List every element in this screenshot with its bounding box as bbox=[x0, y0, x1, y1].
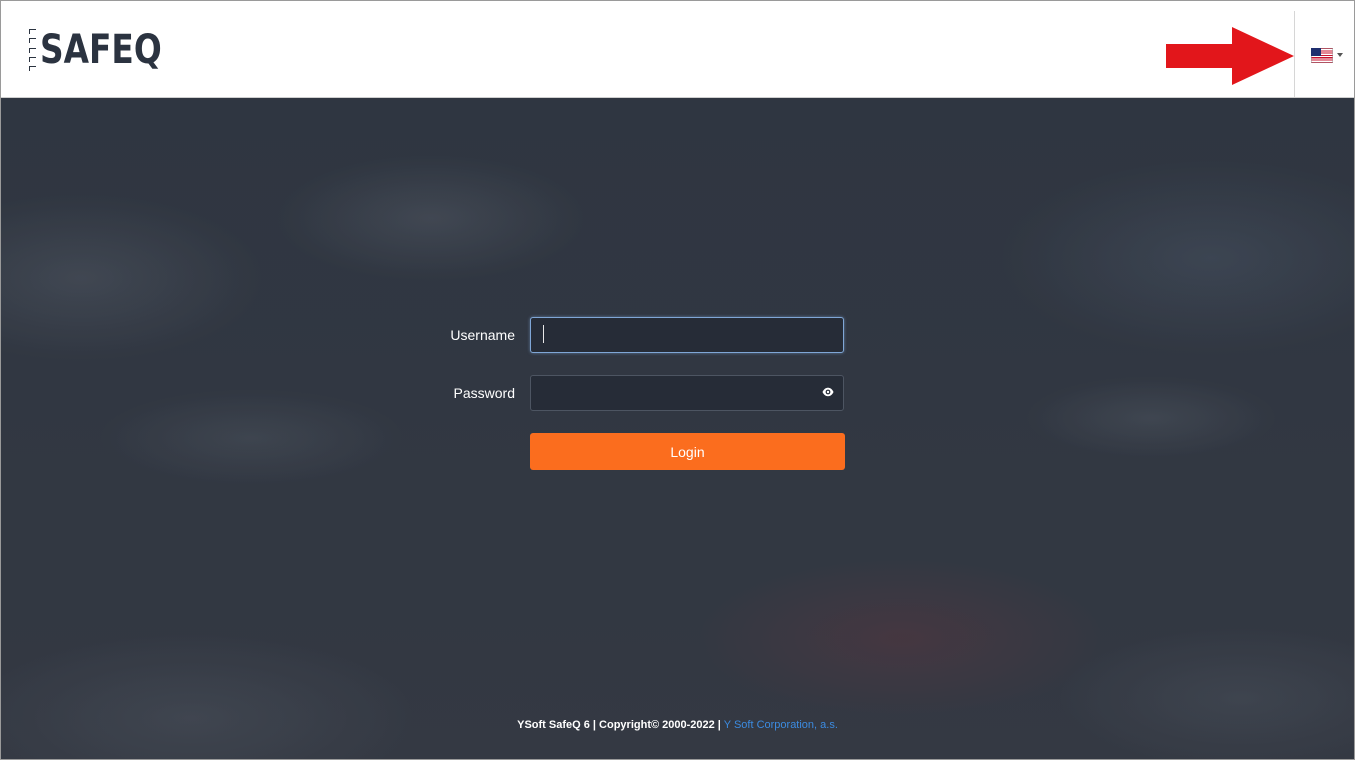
logo-text: SAFEQ bbox=[40, 27, 162, 73]
blurred-background bbox=[1, 98, 1354, 759]
password-input[interactable] bbox=[530, 375, 844, 411]
username-row: Username bbox=[415, 317, 844, 353]
footer: YSoft SafeQ 6 | Copyright© 2000-2022 | Y… bbox=[1, 719, 1354, 731]
chevron-down-icon bbox=[1337, 53, 1343, 57]
footer-copyright: YSoft SafeQ 6 | Copyright© 2000-2022 | bbox=[517, 719, 721, 731]
red-arrow-icon bbox=[1166, 27, 1294, 85]
header-bar: SAFEQ bbox=[1, 1, 1354, 98]
us-flag-icon bbox=[1311, 47, 1333, 63]
logo-tag-marks bbox=[29, 29, 37, 71]
password-label: Password bbox=[453, 385, 515, 401]
safeq-logo: SAFEQ bbox=[29, 23, 188, 77]
language-selector[interactable] bbox=[1311, 46, 1347, 64]
app-window: SAFEQ Username Password Login YSoft Safe… bbox=[0, 0, 1355, 760]
eye-icon[interactable] bbox=[822, 387, 834, 397]
login-button[interactable]: Login bbox=[530, 433, 845, 470]
company-link[interactable]: Y Soft Corporation, a.s. bbox=[721, 719, 838, 731]
username-input[interactable] bbox=[530, 317, 844, 353]
text-cursor bbox=[543, 325, 544, 343]
username-label: Username bbox=[450, 327, 515, 343]
header-divider bbox=[1294, 11, 1295, 97]
password-row: Password bbox=[415, 375, 844, 411]
